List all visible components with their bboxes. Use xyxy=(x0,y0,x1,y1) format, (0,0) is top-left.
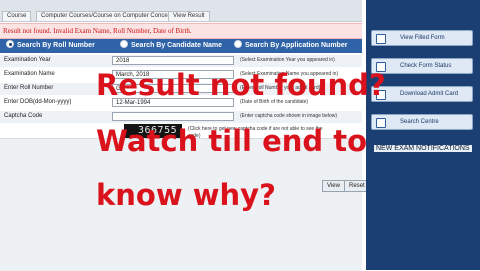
breadcrumb-item-view-result[interactable]: View Result xyxy=(168,11,210,21)
sidebar-item-label: View Filled Form xyxy=(400,35,445,41)
document-icon xyxy=(376,34,386,44)
new-exam-notifications-heading: NEW EXAM NOTIFICATIONS xyxy=(374,145,472,152)
view-button[interactable]: View xyxy=(322,180,345,192)
radio-icon[interactable] xyxy=(234,40,242,49)
exam-year-label: Examination Year xyxy=(4,57,51,63)
error-message: Result not found. Invalid Exam Name, Rol… xyxy=(3,27,192,35)
sidebar-item-label: Search Centre xyxy=(400,119,439,125)
dob-label: Enter DOB(dd-Mon-yyyy) xyxy=(4,99,72,105)
overlay-caption-line-3: know why? xyxy=(96,178,276,212)
overlay-caption-line-2: Watch till end to xyxy=(96,124,368,158)
sidebar-item-label: Download Admit Card xyxy=(400,91,459,97)
exam-name-label: Examination Name xyxy=(4,71,55,77)
breadcrumb: Course Computer Courses/Course on Comput… xyxy=(0,0,362,22)
exam-year-row: Examination Year 2018 (Select Examinatio… xyxy=(0,55,362,67)
captcha-row: Captcha Code (Enter captcha code shown i… xyxy=(0,111,362,123)
sidebar: View Filled Form Check Form Status Downl… xyxy=(366,0,480,270)
search-by-candidate-name-label: Search By Candidate Name xyxy=(131,42,223,49)
search-by-application-number-option[interactable]: Search By Application Number xyxy=(234,40,348,51)
exam-year-hint: (Select Examination Year you appeared in… xyxy=(240,57,335,63)
sidebar-item-label: Check Form Status xyxy=(400,63,452,69)
sidebar-item-check-form-status[interactable]: Check Form Status xyxy=(371,58,473,74)
search-by-roll-number-label: Search By Roll Number xyxy=(17,42,95,49)
roll-number-label: Enter Roll Number xyxy=(4,85,54,91)
captcha-label: Captcha Code xyxy=(4,113,43,119)
search-icon xyxy=(376,118,386,128)
radio-icon[interactable] xyxy=(120,40,128,49)
search-by-roll-number-option[interactable]: Search By Roll Number xyxy=(6,40,95,51)
error-message-bar: Result not found. Invalid Exam Name, Rol… xyxy=(0,23,362,39)
captcha-hint: (Enter captcha code shown in image below… xyxy=(240,113,337,119)
sidebar-item-search-centre[interactable]: Search Centre xyxy=(371,114,473,130)
exam-year-select[interactable]: 2018 xyxy=(112,56,234,65)
captcha-input[interactable] xyxy=(112,112,234,121)
breadcrumb-item-computer-courses[interactable]: Computer Courses/Course on Computer Conc… xyxy=(36,11,181,21)
search-by-application-number-label: Search By Application Number xyxy=(245,42,348,49)
radio-selected-icon[interactable] xyxy=(6,40,14,49)
sidebar-item-download-admit-card[interactable]: Download Admit Card xyxy=(371,86,473,102)
search-by-bar: Search By Roll Number Search By Candidat… xyxy=(0,39,362,53)
overlay-caption-line-1: Result not found? xyxy=(96,68,386,102)
search-by-candidate-name-option[interactable]: Search By Candidate Name xyxy=(120,40,223,51)
breadcrumb-item-course[interactable]: Course xyxy=(2,11,32,21)
sidebar-item-view-filled-form[interactable]: View Filled Form xyxy=(371,30,473,46)
